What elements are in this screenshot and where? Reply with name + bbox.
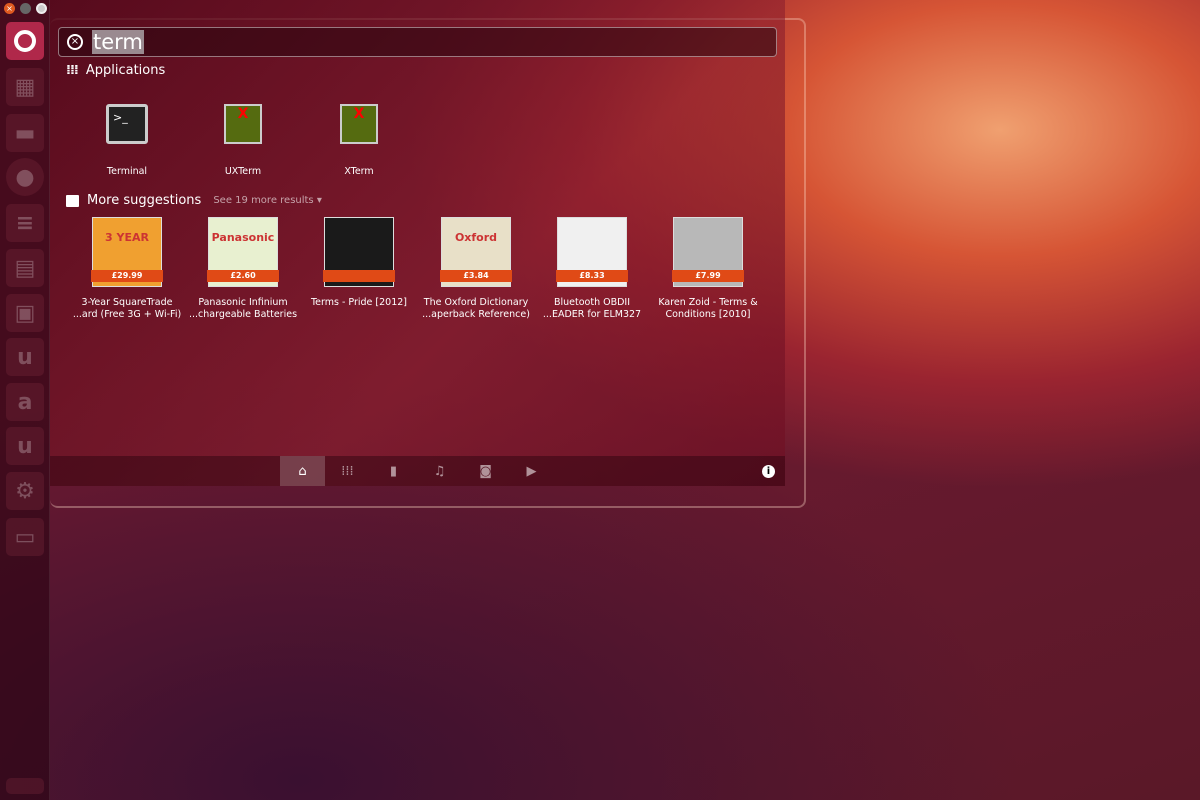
launcher-trash-icon[interactable] — [6, 778, 44, 794]
product-subtitle: ...ard (Free 3G + Wi-Fi) — [72, 309, 182, 320]
suggestion-item[interactable]: Panasonic £2.60 Panasonic Infinium ...cha… — [185, 217, 301, 321]
search-input[interactable]: × term — [58, 27, 777, 57]
app-label: UXTerm — [224, 166, 262, 177]
minimize-window-button[interactable] — [20, 3, 31, 14]
launcher-ubuntu-one-icon[interactable]: u — [6, 338, 44, 376]
close-window-button[interactable]: × — [4, 3, 15, 14]
xterm-icon: X — [224, 104, 262, 144]
price-badge: £3.84 — [440, 270, 512, 282]
filter-photos[interactable]: ◙ — [463, 456, 508, 486]
product-thumbnail: Panasonic £2.60 — [207, 217, 279, 287]
launcher-firefox-icon[interactable]: ● — [6, 158, 44, 196]
suggestion-item[interactable]: £7.99 Karen Zoid - Terms & Conditions [2… — [650, 217, 766, 321]
launcher-amazon-icon[interactable]: a — [6, 383, 44, 421]
product-subtitle: ...chargeable Batteries — [188, 309, 298, 320]
xterm-icon: X — [340, 104, 378, 144]
app-xterm[interactable]: X XTerm — [309, 100, 409, 177]
video-icon: ▶ — [526, 463, 537, 479]
price-badge: £8.33 — [556, 270, 628, 282]
search-query: term — [92, 30, 144, 54]
dash-home-button[interactable] — [6, 22, 44, 60]
product-title: Panasonic Infinium — [198, 297, 288, 308]
launcher-calc-icon[interactable]: ▤ — [6, 249, 44, 287]
launcher-settings-icon[interactable]: ⚙ — [6, 472, 44, 510]
price-badge — [323, 270, 395, 282]
info-button[interactable]: i — [746, 456, 791, 486]
terminal-icon: >_ — [106, 104, 148, 144]
suggestions-label: More suggestions — [87, 193, 202, 208]
maximize-window-button[interactable] — [36, 3, 47, 14]
applications-label: Applications — [85, 63, 166, 78]
info-icon: i — [762, 464, 775, 478]
product-thumbnail: Oxford £3.84 — [440, 217, 512, 287]
files-icon: ▮ — [389, 463, 398, 479]
price-badge: £7.99 — [672, 270, 744, 282]
suggestions-header: More suggestions See 19 more results ▾ — [66, 193, 322, 208]
launcher-files-icon[interactable]: ▬ — [6, 114, 44, 152]
suggestion-item[interactable]: Terms - Pride [2012] — [301, 217, 417, 309]
product-title: The Oxford Dictionary — [423, 297, 529, 308]
music-icon: ♫ — [433, 463, 446, 479]
product-thumbnail: £7.99 — [672, 217, 744, 287]
filter-home[interactable]: ⌂ — [280, 456, 325, 486]
product-subtitle: ...aperback Reference) — [422, 309, 530, 320]
price-badge: £2.60 — [207, 270, 279, 282]
home-icon: ⌂ — [298, 463, 307, 479]
filter-applications[interactable]: ⁞⁞⁞ — [325, 456, 370, 486]
launcher-software-center-icon[interactable]: u — [6, 427, 44, 465]
filter-files[interactable]: ▮ — [371, 456, 416, 486]
suggestion-item[interactable]: 3 YEAR £29.99 3-Year SquareTrade ...ard (… — [69, 217, 185, 321]
app-label: XTerm — [344, 166, 374, 177]
applications-icon: ⁞⁞⁞ — [341, 463, 354, 479]
launcher: × ▦ ▬ ● ≡ ▤ ▣ u a u ⚙ ▭ — [0, 0, 50, 800]
product-title: Terms - Pride [2012] — [310, 297, 408, 308]
product-title: Bluetooth OBDII — [553, 297, 631, 308]
see-more-results-link[interactable]: See 19 more results ▾ — [213, 195, 322, 206]
launcher-writer-icon[interactable]: ≡ — [6, 204, 44, 242]
ubuntu-logo-icon — [14, 30, 36, 52]
launcher-impress-icon[interactable]: ▣ — [6, 294, 44, 332]
shopping-bag-icon — [66, 194, 79, 207]
filter-video[interactable]: ▶ — [509, 456, 554, 486]
applications-header: ⁞⁞⁞ Applications — [66, 63, 165, 78]
product-thumbnail: £8.33 — [556, 217, 628, 287]
clear-search-icon[interactable]: × — [67, 34, 83, 50]
launcher-workspace-switcher-icon[interactable]: ▭ — [6, 518, 44, 556]
app-uxterm[interactable]: X UXTerm — [193, 100, 293, 177]
product-thumbnail — [323, 217, 395, 287]
product-subtitle: Conditions [2010] — [665, 309, 751, 320]
app-terminal[interactable]: >_ Terminal — [77, 100, 177, 177]
product-title: 3-Year SquareTrade — [81, 297, 173, 308]
price-badge: £29.99 — [91, 270, 163, 282]
camera-icon: ◙ — [479, 463, 492, 479]
applications-lens-icon: ⁞⁞⁞ — [66, 63, 79, 78]
suggestion-item[interactable]: £8.33 Bluetooth OBDII ...EADER for ELM32… — [534, 217, 650, 321]
product-thumbnail: 3 YEAR £29.99 — [91, 217, 163, 287]
app-label: Terminal — [106, 166, 148, 177]
lens-bar: ⌂ ⁞⁞⁞ ▮ ♫ ◙ ▶ i — [50, 456, 785, 486]
product-subtitle: ...EADER for ELM327 — [542, 309, 642, 320]
suggestion-item[interactable]: Oxford £3.84 The Oxford Dictionary ...ape… — [418, 217, 534, 321]
product-title: Karen Zoid - Terms & — [658, 297, 758, 308]
launcher-workspaces-icon[interactable]: ▦ — [6, 68, 44, 106]
filter-music[interactable]: ♫ — [417, 456, 462, 486]
